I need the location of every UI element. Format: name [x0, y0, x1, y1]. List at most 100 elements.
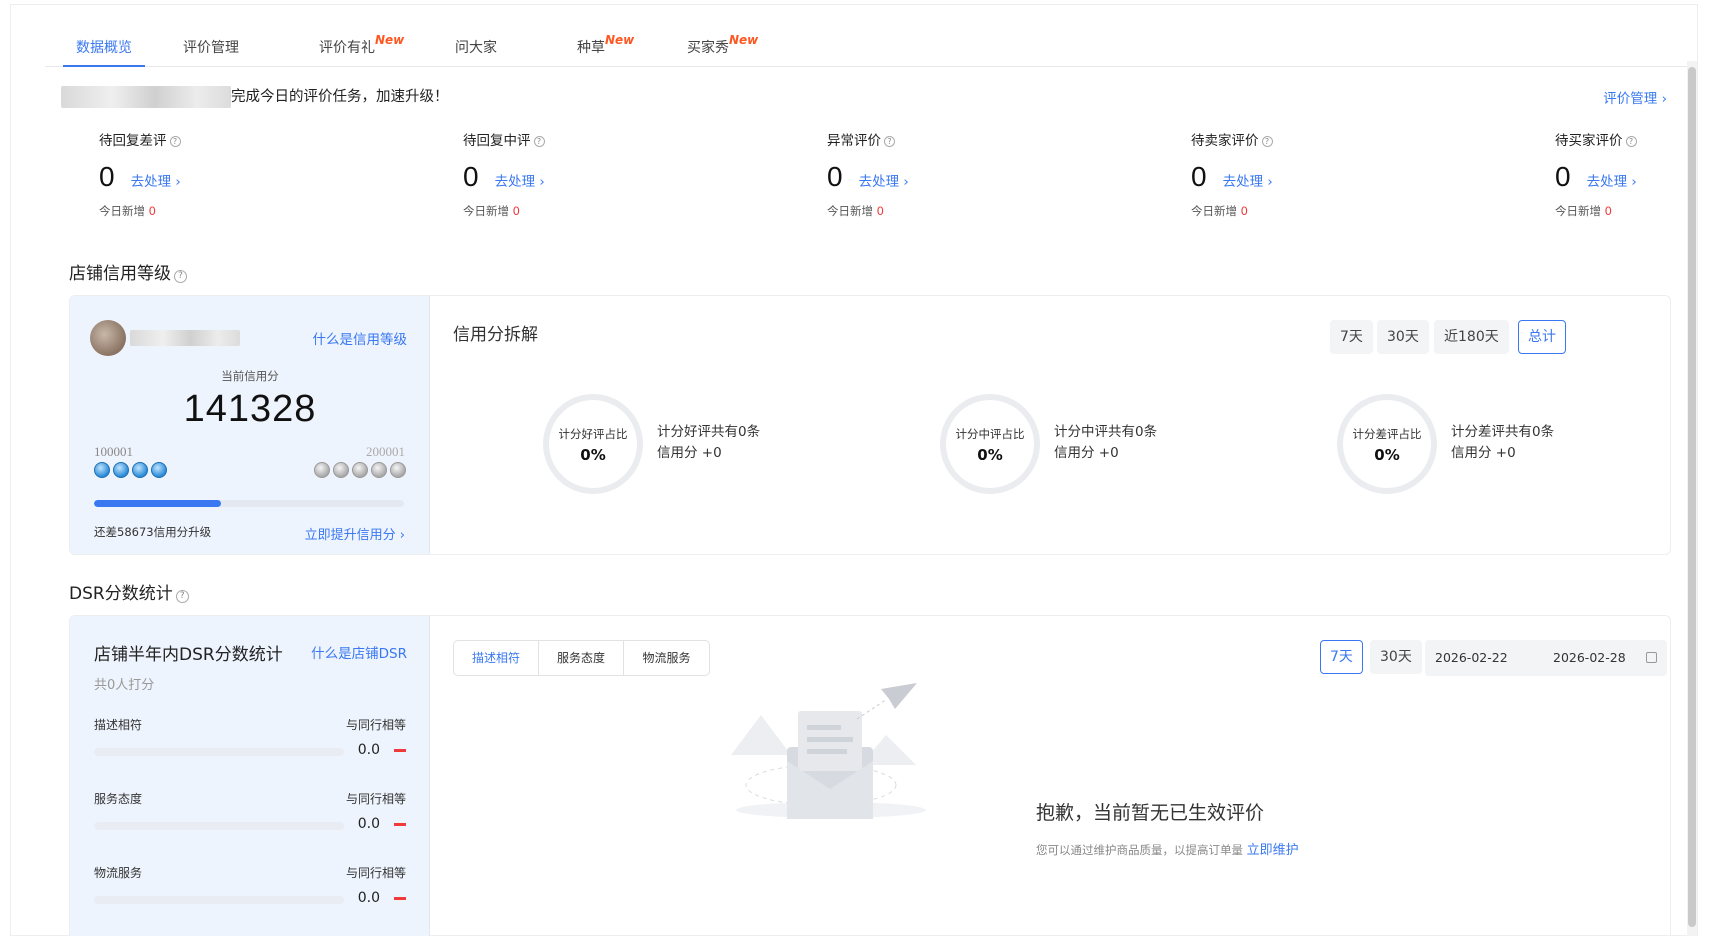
tab-overview[interactable]: 数据概览 — [63, 25, 145, 67]
empty-envelope-illustration — [731, 683, 926, 819]
banner-text: 完成今日的评价任务，加速升级！ — [231, 89, 449, 105]
stat-pending-negative: 待回复差评? 0 去处理 › 今日新增 0 — [99, 129, 319, 219]
good-review-summary: 计分好评共有0条 信用分 +0 — [657, 422, 760, 464]
help-icon[interactable]: ? — [884, 136, 895, 147]
segment-description[interactable]: 描述相符 — [454, 641, 539, 675]
handle-link[interactable]: 去处理 › — [495, 174, 545, 190]
dsr-row-bar — [94, 822, 344, 830]
range-total-button[interactable]: 总计 — [1518, 320, 1566, 354]
stat-title: 待回复差评 — [99, 133, 167, 149]
tab-label: 种草 — [577, 40, 605, 56]
dsr-row-score: 0.0 — [357, 890, 380, 906]
credit-progress-bar — [94, 500, 404, 507]
tab-buyer-show[interactable]: 买家秀New — [687, 25, 758, 67]
ring-count-text: 计分中评共有0条 — [1054, 424, 1158, 440]
tab-review-gift[interactable]: 评价有礼New — [319, 25, 404, 67]
ring-label: 计分好评占比 — [558, 427, 628, 441]
new-badge: New — [605, 33, 635, 47]
help-icon[interactable]: ? — [1261, 136, 1273, 147]
today-new-value: 0 — [1240, 204, 1248, 218]
tab-review-management[interactable]: 评价管理 — [183, 25, 239, 67]
diamond-icon — [371, 462, 387, 478]
dsr-row-service: 服务态度 与同行相等 0.0 — [94, 790, 406, 850]
stat-title: 待买家评价 — [1555, 133, 1623, 149]
stat-value: 0 — [99, 161, 115, 192]
blurred-shop-name — [130, 330, 240, 346]
help-icon[interactable]: ? — [175, 590, 189, 603]
credit-breakdown-title: 信用分拆解 — [453, 325, 538, 345]
tab-label: 评价有礼 — [319, 40, 375, 56]
dsr-row-score: 0.0 — [357, 742, 380, 758]
dsr-row-compare: 与同行相等 — [345, 718, 406, 732]
equal-dash-icon — [394, 823, 406, 826]
ring-score-text: 信用分 +0 — [1054, 445, 1119, 461]
credit-panel: 什么是信用等级 当前信用分 141328 100001 200001 还差586… — [69, 295, 1671, 555]
help-icon[interactable]: ? — [533, 136, 545, 147]
ring-label: 计分差评占比 — [1352, 427, 1422, 441]
today-new-value: 0 — [876, 204, 884, 218]
credit-gap-text: 还差58673信用分升级 — [94, 525, 212, 539]
dsr-row-score: 0.0 — [357, 816, 380, 832]
segment-service[interactable]: 服务态度 — [539, 641, 624, 675]
ring-value: 0% — [977, 446, 1003, 464]
dsr-row-compare: 与同行相等 — [345, 866, 406, 880]
handle-link[interactable]: 去处理 › — [1223, 174, 1273, 190]
range-180d-button[interactable]: 近180天 — [1434, 320, 1509, 354]
stat-value: 0 — [463, 161, 479, 192]
maintain-now-link[interactable]: 立即维护 — [1247, 843, 1299, 858]
ring-value: 0% — [1374, 446, 1400, 464]
stat-pending-seller: 待卖家评价? 0 去处理 › 今日新增 0 — [1191, 129, 1411, 219]
tab-bar: 数据概览 评价管理 评价有礼New 问大家 种草New 买家秀New — [45, 25, 1691, 67]
today-new-label: 今日新增 — [1555, 204, 1601, 218]
dsr-range-7d-button[interactable]: 7天 — [1320, 640, 1363, 674]
dsr-row-name: 物流服务 — [94, 866, 143, 880]
upgrade-credit-link[interactable]: 立即提升信用分 › — [305, 524, 405, 543]
stat-value: 0 — [827, 161, 843, 192]
today-new-value: 0 — [1604, 204, 1612, 218]
date-range-picker[interactable]: 2026-02-22 2026-02-28 — [1425, 640, 1667, 676]
handle-link[interactable]: 去处理 › — [131, 174, 181, 190]
negative-review-summary: 计分差评共有0条 信用分 +0 — [1451, 422, 1554, 464]
diamond-icon — [113, 462, 129, 478]
handle-link[interactable]: 去处理 › — [859, 174, 909, 190]
empty-state-subtitle: 您可以通过维护商品质量，以提高订单量 立即维护 — [1036, 839, 1299, 858]
diamond-icon — [333, 462, 349, 478]
dsr-card-title: 店铺半年内DSR分数统计 — [94, 645, 283, 665]
equal-dash-icon — [394, 749, 406, 752]
stat-pending-buyer: 待买家评价? 0 去处理 › 今日新增 0 — [1555, 129, 1685, 219]
scrollbar-thumb[interactable] — [1688, 67, 1696, 927]
page-frame: 数据概览 评价管理 评价有礼New 问大家 种草New 买家秀New 完成今日的… — [10, 4, 1698, 936]
help-icon[interactable]: ? — [1625, 136, 1637, 147]
what-is-dsr-link[interactable]: 什么是店铺DSR — [311, 642, 407, 662]
equal-dash-icon — [394, 897, 406, 900]
dsr-range-30d-button[interactable]: 30天 — [1370, 640, 1422, 674]
today-new-value: 0 — [512, 204, 520, 218]
empty-state-title: 抱歉，当前暂无已生效评价 — [1036, 802, 1265, 824]
new-badge: New — [729, 33, 759, 47]
help-icon[interactable]: ? — [169, 136, 181, 147]
next-level-gems — [314, 462, 409, 478]
range-7d-button[interactable]: 7天 — [1330, 320, 1373, 354]
empty-state-hint: 您可以通过维护商品质量，以提高订单量 — [1036, 843, 1243, 857]
good-review-ring: 计分好评占比 0% — [543, 394, 643, 494]
dsr-row-logistics: 物流服务 与同行相等 0.0 — [94, 864, 406, 924]
help-icon[interactable]: ? — [174, 270, 187, 283]
range-30d-button[interactable]: 30天 — [1377, 320, 1429, 354]
review-management-link[interactable]: 评价管理 › — [1603, 87, 1667, 107]
today-new-label: 今日新增 — [827, 204, 873, 218]
what-is-credit-link[interactable]: 什么是信用等级 — [313, 328, 408, 348]
tab-ask-everyone[interactable]: 问大家 — [455, 25, 497, 67]
current-credit-value: 141328 — [183, 388, 317, 430]
tab-seeding[interactable]: 种草New — [577, 25, 634, 67]
tab-label: 买家秀 — [687, 40, 729, 56]
dsr-score-card: 店铺半年内DSR分数统计 什么是店铺DSR 共0人打分 描述相符 与同行相等 0… — [70, 616, 430, 936]
stat-title: 待回复中评 — [463, 133, 531, 149]
stat-value: 0 — [1555, 161, 1571, 192]
new-badge: New — [375, 33, 405, 47]
dsr-row-name: 服务态度 — [94, 792, 143, 806]
vertical-scrollbar[interactable] — [1687, 61, 1697, 936]
ring-score-text: 信用分 +0 — [1451, 445, 1516, 461]
segment-logistics[interactable]: 物流服务 — [624, 641, 709, 675]
today-new-value: 0 — [148, 204, 156, 218]
handle-link[interactable]: 去处理 › — [1587, 174, 1637, 190]
